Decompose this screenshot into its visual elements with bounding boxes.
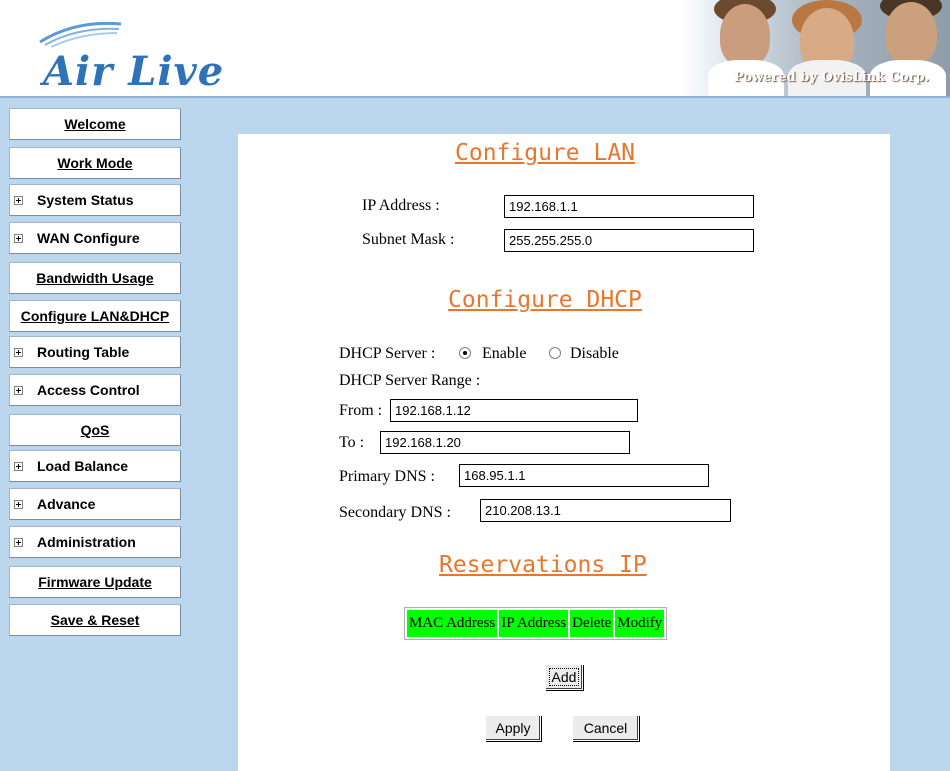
dhcp-range-label: DHCP Server Range : bbox=[339, 372, 481, 389]
sidebar-item-label: Work Mode bbox=[57, 155, 133, 171]
sidebar-item-label: QoS bbox=[80, 422, 110, 438]
sidebar-item-qos[interactable]: QoS bbox=[9, 414, 181, 446]
range-from-input[interactable]: 192.168.1.12 bbox=[390, 399, 638, 422]
sidebar-item-label: WAN Configure bbox=[37, 230, 140, 246]
apply-button-label: Apply bbox=[495, 720, 531, 736]
sidebar-item-load-balance[interactable]: Load Balance bbox=[9, 450, 181, 482]
primary-dns-label: Primary DNS : bbox=[339, 468, 435, 485]
airlive-logo: Air Live bbox=[35, 18, 265, 98]
sidebar-item-bandwidth-usage[interactable]: Bandwidth Usage bbox=[9, 262, 181, 294]
sidebar-item-firmware-update[interactable]: Firmware Update bbox=[9, 566, 181, 598]
cancel-button-label: Cancel bbox=[583, 720, 628, 736]
sidebar-item-label: Configure LAN&DHCP bbox=[20, 308, 170, 324]
sidebar-item-wan-configure[interactable]: WAN Configure bbox=[9, 222, 181, 254]
reservations-table-header: MAC Address IP Address Delete Modify bbox=[404, 607, 668, 640]
logo-swoosh-icon bbox=[39, 21, 122, 48]
sidebar-item-system-status[interactable]: System Status bbox=[9, 184, 181, 216]
sidebar-item-label: Routing Table bbox=[37, 344, 130, 360]
sidebar-item-label: System Status bbox=[37, 192, 134, 208]
brand-name: Air Live bbox=[43, 48, 225, 95]
primary-dns-input[interactable]: 168.95.1.1 bbox=[459, 464, 709, 487]
column-ip-address: IP Address bbox=[499, 610, 569, 637]
add-button-label: Add bbox=[548, 668, 580, 686]
to-label: To : bbox=[339, 434, 365, 451]
expand-plus-icon[interactable] bbox=[14, 233, 23, 243]
dhcp-disable-label: Disable bbox=[570, 345, 619, 362]
add-button[interactable]: Add bbox=[545, 664, 583, 690]
expand-plus-icon[interactable] bbox=[14, 347, 23, 357]
dhcp-enable-label: Enable bbox=[482, 345, 527, 362]
sidebar-item-access-control[interactable]: Access Control bbox=[9, 374, 181, 406]
header-banner: Air Live Powered by OvisLink Corp. bbox=[0, 0, 950, 98]
sidebar-item-label: Welcome bbox=[64, 116, 126, 132]
secondary-dns-input[interactable]: 210.208.13.1 bbox=[480, 499, 731, 522]
sidebar-item-label: Save & Reset bbox=[50, 612, 140, 628]
ip-address-label: IP Address : bbox=[362, 197, 440, 214]
sidebar-item-save-reset[interactable]: Save & Reset bbox=[9, 604, 181, 636]
sidebar-item-welcome[interactable]: Welcome bbox=[9, 108, 181, 140]
dhcp-disable-radio[interactable] bbox=[549, 347, 561, 359]
sidebar-item-label: Firmware Update bbox=[38, 574, 152, 590]
dhcp-server-label: DHCP Server : bbox=[339, 345, 436, 362]
column-delete: Delete bbox=[570, 610, 614, 637]
sidebar-item-work-mode[interactable]: Work Mode bbox=[9, 147, 181, 179]
sidebar-item-label: Access Control bbox=[37, 382, 140, 398]
range-to-input[interactable]: 192.168.1.20 bbox=[380, 431, 630, 454]
apply-button[interactable]: Apply bbox=[485, 715, 541, 741]
sidebar-item-label: Bandwidth Usage bbox=[36, 270, 154, 286]
expand-plus-icon[interactable] bbox=[14, 195, 23, 205]
from-label: From : bbox=[339, 402, 383, 419]
ip-address-input[interactable]: 192.168.1.1 bbox=[504, 195, 754, 218]
configure-lan-title: Configure LAN bbox=[455, 140, 636, 166]
subnet-mask-label: Subnet Mask : bbox=[362, 231, 455, 248]
sidebar-item-advance[interactable]: Advance bbox=[9, 488, 181, 520]
subnet-mask-input[interactable]: 255.255.255.0 bbox=[504, 229, 754, 252]
column-mac-address: MAC Address bbox=[407, 610, 498, 637]
header-divider bbox=[0, 96, 950, 98]
sidebar-item-routing-table[interactable]: Routing Table bbox=[9, 336, 181, 368]
cancel-button[interactable]: Cancel bbox=[572, 715, 639, 741]
expand-plus-icon[interactable] bbox=[14, 385, 23, 395]
sidebar-item-label: Administration bbox=[37, 534, 136, 550]
main-panel: Configure LAN IP Address : 192.168.1.1 S… bbox=[238, 134, 890, 771]
sidebar-item-configure-lan-dhcp[interactable]: Configure LAN&DHCP bbox=[9, 300, 181, 332]
sidebar-item-label: Load Balance bbox=[37, 458, 129, 474]
configure-dhcp-title: Configure DHCP bbox=[448, 287, 642, 313]
expand-plus-icon[interactable] bbox=[14, 499, 23, 509]
reservations-ip-title: Reservations IP bbox=[439, 552, 647, 578]
sidebar-item-administration[interactable]: Administration bbox=[9, 526, 181, 558]
expand-plus-icon[interactable] bbox=[14, 461, 23, 471]
expand-plus-icon[interactable] bbox=[14, 537, 23, 547]
powered-by-text: Powered by OvisLink Corp. bbox=[734, 70, 930, 85]
secondary-dns-label: Secondary DNS : bbox=[339, 504, 451, 521]
sidebar-item-label: Advance bbox=[37, 496, 96, 512]
dhcp-enable-radio[interactable] bbox=[459, 347, 471, 359]
column-modify: Modify bbox=[615, 610, 665, 637]
